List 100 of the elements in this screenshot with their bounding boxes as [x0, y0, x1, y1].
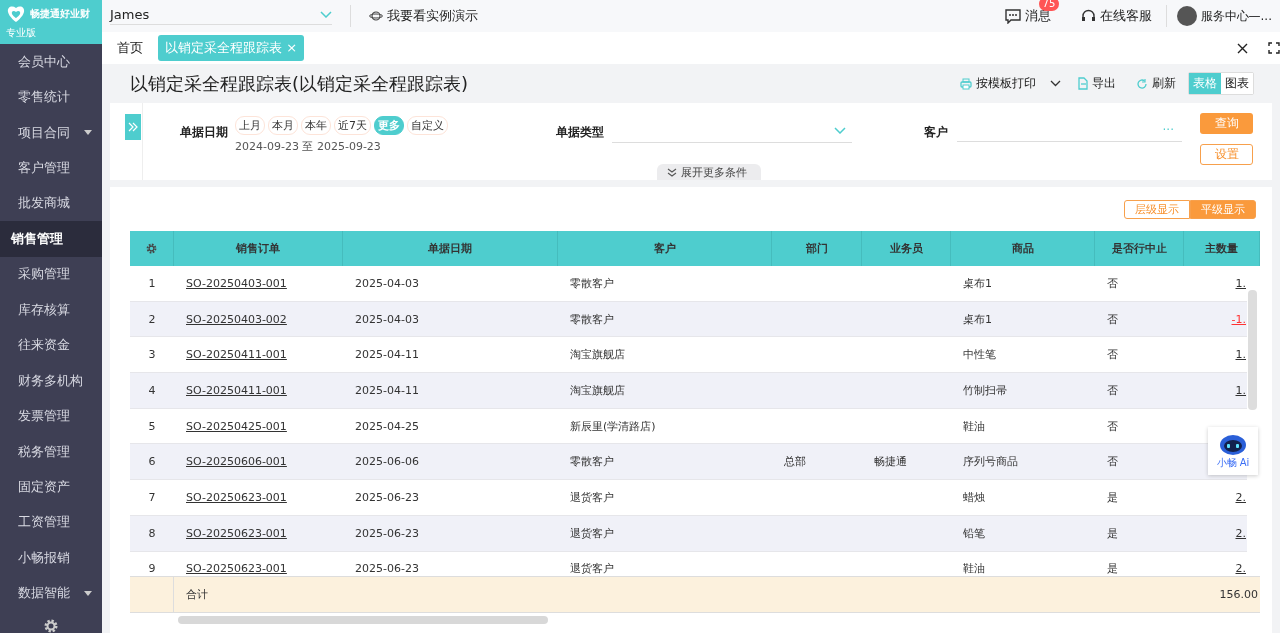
avatar[interactable] — [1176, 6, 1197, 26]
table-cell: 鞋油 — [963, 418, 985, 434]
table-cell: 否 — [1107, 418, 1118, 434]
order-link[interactable]: SO-20250403-002 — [186, 312, 287, 326]
date-range: 2024-09-23 至 2025-09-23 — [235, 139, 381, 154]
table-cell: 2025-04-03 — [355, 312, 419, 326]
column-header: 是否行中止 — [1111, 241, 1167, 256]
sidebar-item[interactable]: 零售统计 — [0, 79, 102, 115]
order-link[interactable]: SO-20250623-001 — [186, 526, 287, 540]
planet-icon — [369, 10, 383, 22]
table-cell: 蜡烛 — [963, 489, 985, 505]
message-count: 75 — [1038, 0, 1060, 11]
field-label: 单据日期 — [180, 124, 228, 141]
chevron-icon[interactable] — [1050, 80, 1061, 87]
sidebar-item[interactable]: 项目合同 — [0, 114, 102, 151]
chevron-icon — [834, 126, 846, 134]
sidebar-item[interactable]: 库存核算 — [0, 292, 102, 328]
user-name[interactable]: 服务中心—... — [1200, 7, 1272, 25]
refresh-button[interactable]: 刷新 — [1152, 75, 1176, 92]
quantity-link[interactable]: 1. — [1235, 383, 1246, 397]
caret-icon — [84, 130, 92, 136]
row-number: 2 — [148, 312, 156, 326]
sidebar-item[interactable]: 小畅报销 — [0, 540, 102, 576]
period-chip[interactable]: 自定义 — [407, 116, 448, 135]
column-header: 单据日期 — [428, 241, 472, 256]
table-cell: 中性笔 — [963, 347, 996, 363]
table-cell: 2025-06-23 — [355, 562, 419, 576]
order-link[interactable]: SO-20250425-001 — [186, 419, 287, 433]
table-cell: 否 — [1107, 347, 1118, 363]
sidebar-item[interactable]: 数据智能 — [0, 575, 102, 611]
table-cell: 铅笔 — [963, 525, 985, 541]
table-cell: 零散客户 — [570, 311, 614, 327]
row-number: 3 — [148, 348, 156, 362]
quantity-link[interactable]: 2. — [1235, 562, 1246, 576]
period-chip[interactable]: 上月 — [235, 116, 265, 135]
account-select[interactable]: James — [110, 7, 332, 25]
table-cell: 否 — [1107, 311, 1118, 327]
table-cell: 桌布1 — [963, 311, 992, 327]
fullscreen-icon[interactable] — [1268, 42, 1280, 54]
column-header: 商品 — [1011, 241, 1034, 256]
table-cell: 零散客户 — [570, 275, 614, 291]
order-link[interactable]: SO-20250411-001 — [186, 348, 287, 362]
scrollbar[interactable] — [1248, 290, 1257, 410]
period-chip[interactable]: 近7天 — [334, 116, 371, 135]
robot-icon — [1218, 432, 1248, 456]
table-cell: 否 — [1107, 382, 1118, 398]
print-button[interactable]: 按模板打印 — [976, 75, 1036, 92]
table-cell: 序列号商品 — [963, 454, 1018, 470]
table-cell: 2025-04-11 — [355, 348, 419, 362]
table-cell: 总部 — [784, 454, 806, 470]
page-title: 以销定采全程跟踪表(以销定采全程跟踪表) — [130, 71, 469, 96]
sidebar-item[interactable]: 客户管理 — [0, 150, 102, 186]
order-link[interactable]: SO-20250623-001 — [186, 490, 287, 504]
table-cell: 零散客户 — [570, 454, 614, 470]
sidebar-item[interactable]: 会员中心 — [0, 44, 102, 80]
scrollbar[interactable] — [178, 616, 548, 624]
demo-link[interactable]: 我要看实例演示 — [387, 7, 478, 25]
order-link[interactable]: SO-20250623-001 — [186, 562, 287, 576]
column-header: 部门 — [805, 241, 828, 256]
period-chip[interactable]: 本月 — [268, 116, 298, 135]
field-label: 单据类型 — [556, 124, 604, 141]
sidebar-item[interactable]: 税务管理 — [0, 433, 102, 470]
quantity-link[interactable]: 1. — [1235, 348, 1246, 362]
sidebar-item[interactable]: 批发商城 — [0, 185, 102, 222]
export-button[interactable]: 导出 — [1092, 75, 1116, 92]
total-label: 合计 — [186, 587, 208, 602]
table-cell: 是 — [1107, 489, 1118, 505]
column-header: 主数量 — [1205, 241, 1238, 256]
sidebar-item[interactable]: 财务多机构 — [0, 362, 102, 399]
brand-logo: 畅捷通好业财 专业版 — [0, 0, 102, 44]
order-link[interactable]: SO-20250411-001 — [186, 383, 287, 397]
support-link[interactable]: 在线客服 — [1099, 7, 1152, 25]
row-number: 9 — [148, 562, 156, 576]
table-cell: 否 — [1107, 454, 1118, 470]
sidebar-item[interactable]: 固定资产 — [0, 469, 102, 505]
sidebar-item[interactable]: 销售管理 — [0, 221, 102, 257]
sidebar-item[interactable]: 发票管理 — [0, 398, 102, 434]
settings-icon[interactable] — [146, 243, 157, 254]
table-cell: 畅捷通 — [874, 454, 907, 470]
table-cell: 淘宝旗舰店 — [570, 347, 625, 363]
order-link[interactable]: SO-20250606-001 — [186, 455, 287, 469]
expand-button[interactable]: 展开更多条件 — [657, 164, 761, 180]
row-number: 1 — [148, 276, 156, 290]
quantity-link[interactable]: 2. — [1235, 526, 1246, 540]
view-toggle[interactable]: 图表 — [1221, 73, 1253, 94]
period-chip[interactable]: 本年 — [301, 116, 331, 135]
total-quantity: 156.00 — [1219, 588, 1258, 601]
sidebar-item[interactable]: 工资管理 — [0, 504, 102, 541]
page-tab[interactable]: 首页 — [110, 35, 150, 61]
order-link[interactable]: SO-20250403-001 — [186, 276, 287, 290]
table-cell: 新辰里(学清路店) — [570, 418, 656, 434]
row-number: 4 — [148, 383, 156, 397]
close-icon[interactable] — [1237, 42, 1248, 54]
table-cell: 2025-06-06 — [355, 455, 419, 469]
assistant-button[interactable]: 小畅 Ai — [1208, 427, 1258, 475]
quantity-link[interactable]: 2. — [1235, 490, 1246, 504]
double-chevron-icon — [667, 168, 677, 177]
sidebar-item[interactable]: 采购管理 — [0, 256, 102, 293]
quantity-link[interactable]: 1. — [1235, 276, 1246, 290]
sidebar-item[interactable]: 往来资金 — [0, 327, 102, 363]
